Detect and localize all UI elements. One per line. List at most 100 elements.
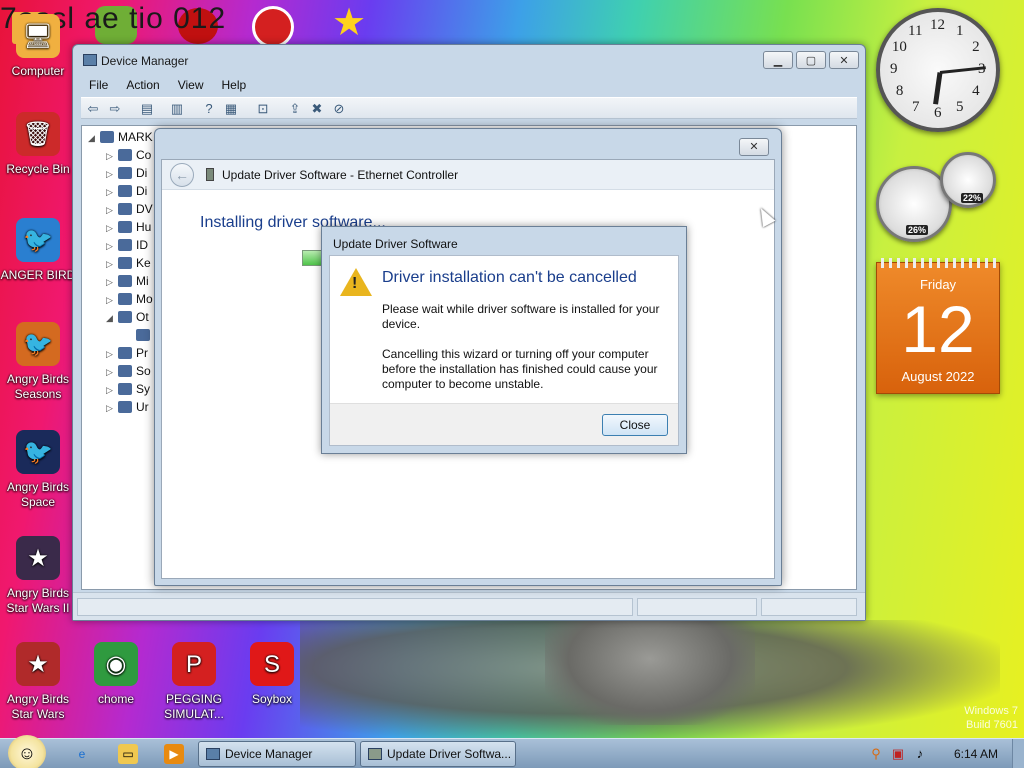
device-tree-item[interactable]: ▷ Mo [106,292,153,310]
scan-hardware-icon[interactable]: ⊡ [255,101,271,117]
device-category-icon [118,257,132,269]
status-segment-2 [637,598,757,616]
angry-birds-star-wars-ii-icon: ★ [16,536,60,580]
view-icon[interactable]: ▦ [223,101,239,117]
computer-icon: 🖥 [16,14,60,58]
device-category-icon [118,203,132,215]
clock-gadget[interactable]: 12 1 2 3 4 5 6 7 8 9 10 11 [876,8,1000,132]
menu-item-action[interactable]: Action [118,75,167,95]
desktop-icon-label: Soybox [251,692,293,706]
close-button[interactable]: Close [602,414,668,436]
desktop-icon-label: ANGER BIRD [0,268,76,282]
device-tree-item[interactable]: ▷ Pr [106,346,148,364]
forward-icon[interactable]: ⇨ [107,101,123,117]
cannot-cancel-dialog[interactable]: Update Driver Software ! Driver installa… [321,226,687,454]
chrome-icon: ◉ [94,642,138,686]
device-category-icon [118,167,132,179]
device-tree-item[interactable]: ▷ Sy [106,382,150,400]
device-tree-item[interactable] [124,328,154,346]
tree-expander-icon[interactable]: ◢ [88,133,100,144]
device-tree-item[interactable]: ▷ ID [106,238,148,256]
folder-icon[interactable]: ▭ [118,744,138,764]
device-tree-label: ID [136,238,148,252]
internet-explorer-icon[interactable]: e [72,744,92,764]
update-driver-icon[interactable]: ⇪ [287,101,303,117]
tree-expander-icon[interactable]: ▷ [106,259,118,270]
device-tree-item[interactable]: ▷ So [106,364,151,382]
device-tree-item[interactable]: ▷ Mi [106,274,149,292]
taskbar-device-manager[interactable]: Device Manager [198,741,356,767]
device-tree-item[interactable]: ▷ Di [106,184,147,202]
desktop-icon-angry-birds-seasons[interactable]: 🐦 Angry Birds Seasons [0,322,76,402]
maximize-button[interactable]: ▢ [796,51,826,69]
menu-item-view[interactable]: View [170,75,212,95]
device-tree-item[interactable]: ▷ DV [106,202,153,220]
help-icon[interactable]: ? [201,101,217,117]
update-driver-close-button[interactable]: ✕ [739,138,769,156]
network-icon[interactable]: ▣ [890,746,906,762]
device-tree-item[interactable]: ▷ Ke [106,256,151,274]
tree-expander-icon[interactable]: ▷ [106,349,118,360]
volume-icon[interactable]: ♪ [912,746,928,762]
tree-expander-icon[interactable]: ▷ [106,385,118,396]
device-manager-titlebar[interactable]: Device Manager ▁ ▢ ✕ [73,45,865,73]
background-shoe-image [545,615,755,725]
tree-expander-icon[interactable]: ▷ [106,187,118,198]
tree-expander-icon[interactable]: ▷ [106,205,118,216]
device-tree-item[interactable]: ◢ MARK [88,130,153,148]
desktop-icon-angry-birds-star-wars[interactable]: ★ Angry Birds Star Wars [0,642,76,722]
dialog-message-2: Cancelling this wizard or turning off yo… [382,347,658,391]
desktop-icon-pegging-simulator[interactable]: P PEGGING SIMULAT... [156,642,232,722]
device-tree-label: Di [136,166,148,180]
recycle-bin-icon: 🗑 [16,112,60,156]
device-tree-item[interactable]: ▷ Hu [106,220,151,238]
search-icon[interactable]: ⚲ [868,746,884,762]
media-player-icon[interactable]: ▶ [164,744,184,764]
show-desktop-button[interactable] [1012,739,1024,768]
device-manager-title: Device Manager [101,54,189,68]
start-button[interactable]: ☺ [8,735,46,768]
tree-expander-icon[interactable]: ▷ [106,367,118,378]
update-driver-task-icon [368,748,382,760]
taskbar-update-driver[interactable]: Update Driver Softwa... [360,741,516,767]
taskbar-button-label: Device Manager [225,747,313,761]
tree-expander-icon[interactable]: ▷ [106,223,118,234]
calendar-date: 12 [901,292,975,366]
uninstall-icon[interactable]: ✖ [309,101,325,117]
tree-expander-icon[interactable]: ▷ [106,169,118,180]
desktop-icon-chrome[interactable]: ◉ chome [78,642,154,707]
desktop-icon-anger-bird[interactable]: 🐦 ANGER BIRD [0,218,76,283]
tree-expander-icon[interactable]: ▷ [106,151,118,162]
status-segment-1 [77,598,633,616]
desktop-icon-soybox[interactable]: S Soybox [234,642,310,707]
hour-hand [933,72,943,105]
clock-time[interactable]: 6:14 AM [954,747,998,761]
update-driver-title: Update Driver Software - Ethernet Contro… [222,168,459,182]
desktop-icon-recycle-bin[interactable]: 🗑 Recycle Bin [0,112,76,177]
disable-icon[interactable]: ⊘ [331,101,347,117]
close-button[interactable]: ✕ [829,51,859,69]
device-tree-item[interactable]: ▷ Co [106,148,151,166]
desktop-icon-angry-birds-star-wars-ii[interactable]: ★ Angry Birds Star Wars II [0,536,76,616]
back-arrow-icon[interactable]: ← [170,163,194,187]
device-tree-item[interactable]: ▷ Di [106,166,147,184]
show-hide-tree-icon[interactable]: ▤ [139,101,155,117]
device-tree-item[interactable]: ◢ Ot [106,310,149,328]
back-icon[interactable]: ⇦ [85,101,101,117]
desktop-icon-computer[interactable]: 🖥 Computer [0,14,76,79]
minimize-button[interactable]: ▁ [763,51,793,69]
calendar-gadget[interactable]: Friday 12 August 2022 [876,258,1000,394]
device-category-icon [118,293,132,305]
desktop-icon-angry-birds-space[interactable]: 🐦 Angry Birds Space [0,430,76,510]
menu-item-file[interactable]: File [81,75,116,95]
menu-item-help[interactable]: Help [214,75,255,95]
tree-expander-icon[interactable]: ▷ [106,277,118,288]
tree-expander-icon[interactable]: ▷ [106,403,118,414]
tree-expander-icon[interactable]: ▷ [106,241,118,252]
tree-expander-icon[interactable]: ◢ [106,313,118,324]
banner-image-4 [252,6,294,48]
memory-meter-gadget[interactable]: 22% [940,152,996,208]
device-tree-item[interactable]: ▷ Ur [106,400,149,418]
properties-icon[interactable]: ▥ [169,101,185,117]
tree-expander-icon[interactable]: ▷ [106,295,118,306]
